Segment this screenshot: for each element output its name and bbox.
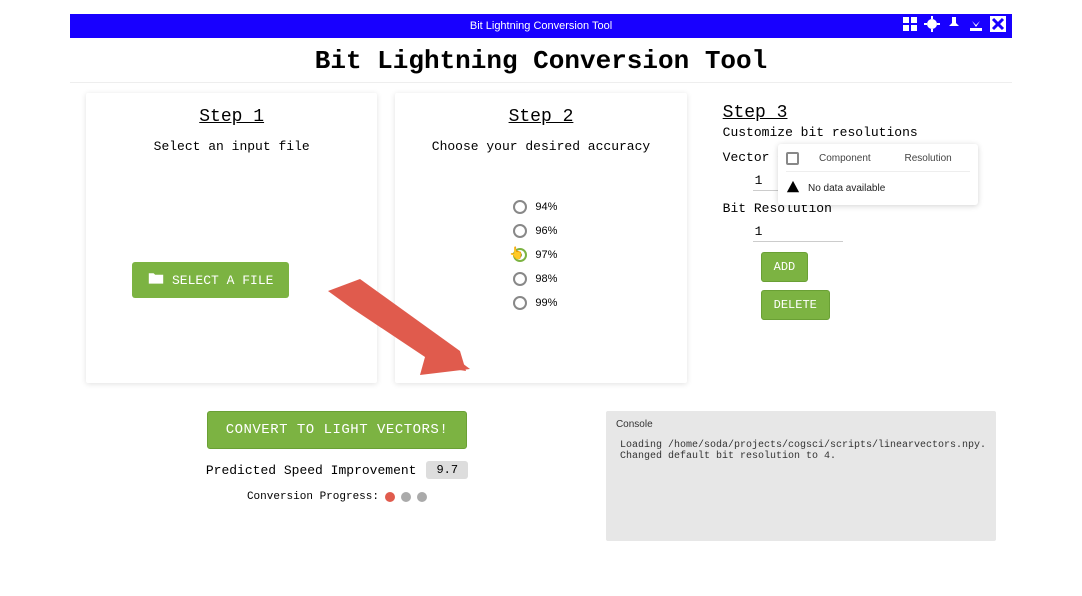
add-button[interactable]: ADD	[761, 252, 809, 282]
radio-label: 98%	[535, 273, 557, 285]
radio-label: 96%	[535, 225, 557, 237]
steps-row: Step 1 Select an input file SELECT A FIL…	[86, 93, 996, 383]
close-icon[interactable]	[990, 16, 1006, 37]
select-all-checkbox[interactable]	[786, 152, 799, 165]
console-title: Console	[616, 419, 986, 430]
radio-icon	[513, 296, 527, 310]
header-title: Bit Lightning Conversion Tool	[470, 20, 612, 32]
step3-subtitle: Customize bit resolutions	[723, 125, 978, 140]
convert-button[interactable]: CONVERT TO LIGHT VECTORS!	[207, 411, 468, 449]
delete-button[interactable]: DELETE	[761, 290, 830, 320]
accuracy-option-96[interactable]: 96%	[513, 224, 557, 238]
table-header: Component Resolution	[786, 152, 970, 171]
accuracy-option-97[interactable]: 👆97%	[513, 248, 557, 262]
col-component: Component	[819, 153, 885, 164]
step3-title: Step 3	[723, 103, 978, 123]
download-icon[interactable]	[968, 16, 984, 37]
pin-icon[interactable]	[946, 16, 962, 37]
accuracy-option-94[interactable]: 94%	[513, 200, 557, 214]
step1-subtitle: Select an input file	[104, 139, 359, 154]
psi-value: 9.7	[426, 461, 468, 479]
step2-title: Step 2	[413, 107, 668, 127]
accuracy-options: 94% 96% 👆97% 98% 99%	[513, 200, 668, 310]
folder-icon	[148, 271, 164, 289]
page-title: Bit Lightning Conversion Tool	[0, 46, 1082, 76]
bottom-row: CONVERT TO LIGHT VECTORS! Predicted Spee…	[86, 411, 996, 541]
table-empty-row: No data available	[786, 171, 970, 197]
step1-title: Step 1	[104, 107, 359, 127]
col-resolution: Resolution	[904, 153, 970, 164]
grid-icon[interactable]	[902, 16, 918, 37]
radio-icon	[513, 224, 527, 238]
console-panel: Console Loading /home/soda/projects/cogs…	[606, 411, 996, 541]
step2-subtitle: Choose your desired accuracy	[413, 139, 668, 154]
select-file-label: SELECT A FILE	[172, 273, 273, 288]
progress-row: Conversion Progress:	[247, 491, 427, 503]
step2-card: Step 2 Choose your desired accuracy 94% …	[395, 93, 686, 383]
console-line: Changed default bit resolution to 4.	[620, 451, 986, 462]
console-line: Loading /home/soda/projects/cogsci/scrip…	[620, 440, 986, 451]
step1-card: Step 1 Select an input file SELECT A FIL…	[86, 93, 377, 383]
radio-icon	[513, 200, 527, 214]
table-empty-text: No data available	[808, 183, 885, 194]
divider	[70, 82, 1012, 83]
radio-label: 97%	[535, 249, 557, 261]
progress-dot-1	[385, 492, 395, 502]
bit-resolution-input[interactable]	[753, 222, 843, 242]
step3-form: Vector Component Bit Resolution ADD DELE…	[723, 150, 978, 320]
psi-label: Predicted Speed Improvement	[206, 463, 417, 478]
radio-label: 94%	[535, 201, 557, 213]
accuracy-option-98[interactable]: 98%	[513, 272, 557, 286]
resolution-table: Component Resolution No data available	[778, 144, 978, 205]
predicted-speed-row: Predicted Speed Improvement 9.7	[206, 461, 468, 479]
header-bar: Bit Lightning Conversion Tool	[70, 14, 1012, 38]
progress-dot-2	[401, 492, 411, 502]
accuracy-option-99[interactable]: 99%	[513, 296, 557, 310]
select-file-button[interactable]: SELECT A FILE	[132, 262, 289, 298]
android-icon[interactable]	[924, 16, 940, 37]
radio-icon	[513, 272, 527, 286]
header-icons	[902, 16, 1006, 37]
progress-dot-3	[417, 492, 427, 502]
warning-icon	[786, 180, 800, 197]
radio-label: 99%	[535, 297, 557, 309]
convert-panel: CONVERT TO LIGHT VECTORS! Predicted Spee…	[86, 411, 588, 503]
progress-label: Conversion Progress:	[247, 491, 379, 503]
step3-card: Step 3 Customize bit resolutions Vector …	[705, 93, 996, 383]
radio-icon	[513, 248, 527, 262]
